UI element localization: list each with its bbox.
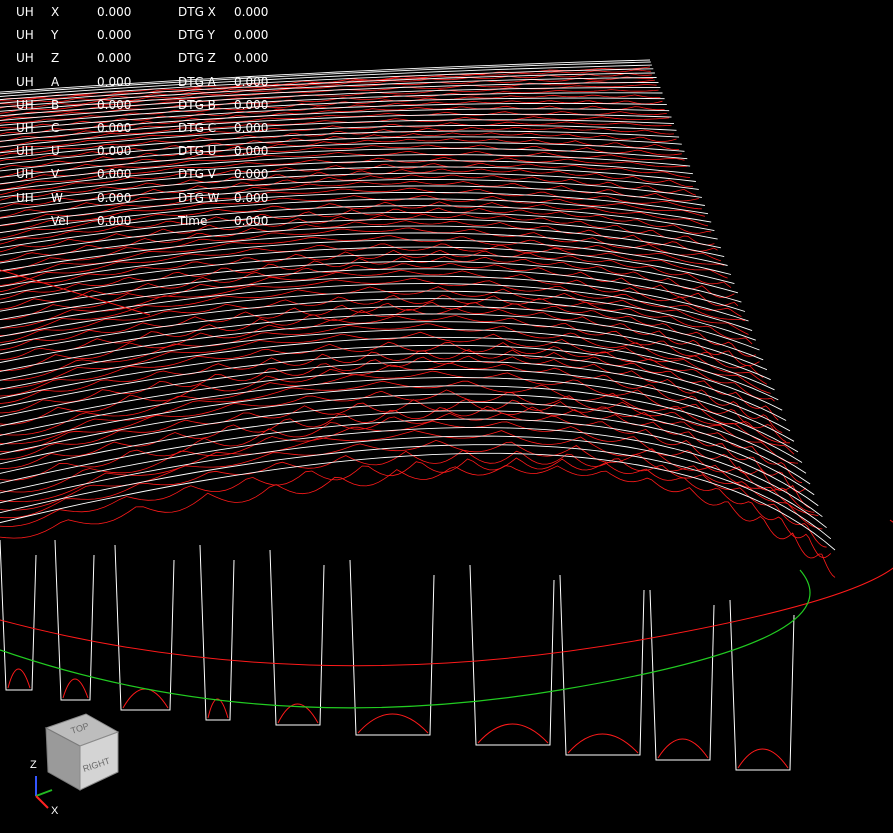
plunge-arc bbox=[207, 698, 229, 719]
plunge-line bbox=[649, 589, 715, 761]
dro-axis-value: 0.000 bbox=[97, 5, 132, 19]
feed-line bbox=[0, 249, 732, 293]
dro-dtg-value: 0.000 bbox=[234, 120, 269, 135]
dro-axis-label: C bbox=[51, 120, 60, 135]
dro-row-vel: Vel 0.000 Time 0.000 bbox=[0, 209, 290, 232]
dro-dtg-label: Time bbox=[178, 213, 208, 228]
dro-axis-label: Vel bbox=[51, 213, 69, 228]
dro-axis-value: 0.000 bbox=[97, 97, 132, 112]
axis-z-label: Z bbox=[30, 759, 37, 771]
plunge-arc bbox=[7, 668, 31, 689]
dro-unit: UH bbox=[16, 74, 34, 89]
dro-row-u: UH U 0.000 DTG U 0.000 bbox=[0, 139, 290, 162]
plunge-line bbox=[559, 574, 645, 756]
toolpath-viewport[interactable]: UH X 0.000 DTG X 0.000 UH Y 0.000 DTG Y 0.000 UH Z 0… bbox=[0, 0, 893, 833]
dro-row-w: UH W 0.000 DTG W 0.000 bbox=[0, 186, 290, 209]
dro-axis-value: 0.000 bbox=[97, 167, 132, 182]
dro-dtg-label: DTG Z bbox=[178, 51, 216, 66]
plunge-arc bbox=[657, 738, 709, 759]
plunge-line bbox=[199, 544, 235, 721]
dro-axis-value: 0.000 bbox=[97, 144, 132, 159]
plunge-arc bbox=[477, 723, 549, 744]
dro-dtg-value: 0.000 bbox=[234, 74, 269, 89]
dro-dtg-label: DTG W bbox=[178, 190, 220, 205]
dro-axis-value: 0.000 bbox=[97, 213, 132, 228]
plunge-arc bbox=[357, 713, 429, 734]
axis-x-indicator bbox=[35, 795, 49, 809]
plunge-line bbox=[269, 549, 325, 726]
dro-unit: UH bbox=[16, 51, 34, 66]
dro-dtg-label: DTG C bbox=[178, 120, 217, 135]
view-cube[interactable]: TOP RIGHT Z X bbox=[22, 700, 142, 820]
rapid-line bbox=[0, 452, 836, 551]
feed-line bbox=[0, 439, 823, 530]
dro-row-b: UH B 0.000 DTG B 0.000 bbox=[0, 93, 290, 116]
dro-axis-value: 0.000 bbox=[97, 28, 132, 43]
dro-axis-label: V bbox=[51, 167, 60, 182]
dro-dtg-value: 0.000 bbox=[234, 51, 269, 66]
dro-axis-value: 0.000 bbox=[97, 74, 132, 89]
dro-unit: UH bbox=[16, 190, 34, 205]
dro-unit: UH bbox=[16, 97, 34, 112]
axis-y-indicator bbox=[35, 789, 53, 797]
feed-line bbox=[0, 243, 728, 286]
plunge-line bbox=[729, 599, 795, 771]
dro-row-x: UH X 0.000 DTG X 0.000 bbox=[0, 0, 290, 23]
feed-line bbox=[0, 323, 768, 385]
dro-dtg-label: DTG A bbox=[178, 74, 216, 89]
dro-dtg-value: 0.000 bbox=[234, 167, 269, 182]
rapid-line bbox=[0, 444, 832, 540]
dro-axis-label: X bbox=[51, 5, 60, 19]
red-reference-arc bbox=[0, 519, 893, 667]
dro-dtg-label: DTG B bbox=[178, 97, 216, 112]
dro-readout: UH X 0.000 DTG X 0.000 UH Y 0.000 DTG Y 0.000 UH Z 0… bbox=[0, 0, 290, 232]
dro-dtg-value: 0.000 bbox=[234, 190, 269, 205]
rapid-line bbox=[0, 305, 764, 361]
plunge-line bbox=[349, 559, 435, 736]
dro-dtg-value: 0.000 bbox=[234, 144, 269, 159]
plunge-line bbox=[114, 544, 175, 711]
dro-unit: UH bbox=[16, 120, 34, 135]
dro-dtg-value: 0.000 bbox=[234, 213, 269, 228]
dro-axis-value: 0.000 bbox=[97, 120, 132, 135]
plunge-line bbox=[0, 539, 37, 691]
dro-axis-label: W bbox=[51, 190, 63, 205]
rapid-line bbox=[0, 377, 799, 453]
dro-axis-label: Z bbox=[51, 51, 60, 66]
dro-axis-value: 0.000 bbox=[97, 190, 132, 205]
dro-axis-label: B bbox=[51, 97, 60, 112]
dro-axis-label: U bbox=[51, 144, 60, 159]
dro-dtg-value: 0.000 bbox=[234, 5, 269, 19]
plunge-arc bbox=[737, 748, 789, 769]
plunge-arc bbox=[567, 733, 639, 754]
dro-row-a: UH A 0.000 DTG A 0.000 bbox=[0, 70, 290, 93]
dro-row-v: UH V 0.000 DTG V 0.000 bbox=[0, 162, 290, 185]
dro-dtg-label: DTG U bbox=[178, 144, 217, 159]
dro-axis-label: Y bbox=[51, 28, 59, 43]
dro-dtg-label: DTG X bbox=[178, 5, 216, 19]
dro-dtg-label: DTG Y bbox=[178, 28, 216, 43]
feed-line bbox=[0, 294, 753, 345]
axis-x-label: X bbox=[51, 805, 59, 817]
plunge-arc bbox=[62, 678, 89, 699]
reference-lines-layer bbox=[0, 269, 893, 709]
dro-axis-label: A bbox=[51, 74, 60, 89]
feed-line bbox=[0, 235, 725, 280]
dro-unit: UH bbox=[16, 144, 34, 159]
rapid-line bbox=[0, 435, 827, 529]
dro-dtg-value: 0.000 bbox=[234, 28, 269, 43]
dro-unit: UH bbox=[16, 167, 34, 182]
dro-row-y: UH Y 0.000 DTG Y 0.000 bbox=[0, 23, 290, 46]
dro-row-z: UH Z 0.000 DTG Z 0.000 bbox=[0, 46, 290, 69]
dro-unit: UH bbox=[16, 28, 34, 43]
dro-axis-value: 0.000 bbox=[97, 51, 132, 66]
limit-arc bbox=[0, 569, 811, 709]
dro-row-c: UH C 0.000 DTG C 0.000 bbox=[0, 116, 290, 139]
dro-dtg-value: 0.000 bbox=[234, 97, 269, 112]
dro-unit: UH bbox=[16, 5, 34, 19]
dro-dtg-label: DTG V bbox=[178, 167, 216, 182]
